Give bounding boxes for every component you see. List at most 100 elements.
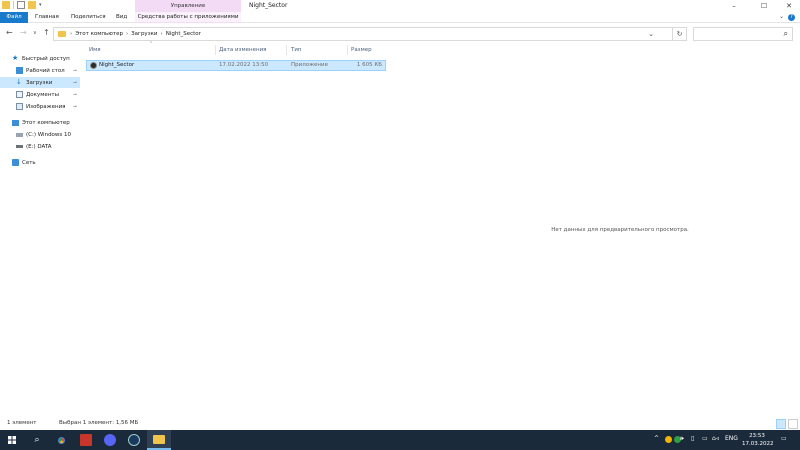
details-view-button[interactable]: [776, 419, 786, 429]
breadcrumb-downloads[interactable]: Загрузки: [131, 31, 157, 37]
up-icon[interactable]: ↑: [43, 28, 50, 37]
tab-home[interactable]: Главная: [35, 12, 59, 23]
taskbar: ⌕ ^ 🕪 ▯ ▭ ⌂ ◃ ENG 23:53 17.03.2022 ▭: [0, 430, 800, 450]
divider: [13, 1, 14, 9]
taskbar-app[interactable]: [74, 430, 98, 450]
refresh-button[interactable]: ↻: [673, 27, 687, 41]
column-header-name[interactable]: Имя: [89, 44, 101, 56]
address-bar[interactable]: › Этот компьютер › Загрузки › Night_Sect…: [53, 27, 673, 41]
breadcrumb-this-pc[interactable]: Этот компьютер: [75, 31, 123, 37]
divider: [347, 45, 348, 55]
taskbar-search-button[interactable]: ⌕: [25, 430, 49, 450]
file-type: Приложение: [291, 62, 328, 68]
nav-item-label: Загрузки: [26, 79, 53, 86]
nav-item-label: Быстрый доступ: [22, 55, 70, 62]
pin-icon[interactable]: ⊸: [73, 68, 77, 74]
taskbar-chrome[interactable]: [49, 430, 73, 450]
file-name: Night_Sector: [99, 62, 135, 68]
quick-access-toolbar: ▾: [2, 1, 42, 9]
navigation-pane: ★ Быстрый доступ Рабочий стол ⊸ ↓ Загруз…: [0, 45, 80, 417]
preview-pane-message: Нет данных для предварительного просмотр…: [551, 227, 689, 233]
nav-item-desktop[interactable]: Рабочий стол ⊸: [0, 65, 80, 76]
pin-icon[interactable]: ⊸: [73, 80, 77, 86]
close-button[interactable]: ✕: [776, 0, 800, 12]
tray-overflow-icon[interactable]: ^: [654, 435, 659, 442]
discord-icon: [104, 434, 116, 446]
divider: [286, 45, 287, 55]
table-row[interactable]: Night_Sector 17.02.2022 13:50 Приложение…: [86, 60, 386, 71]
file-size: 1 605 КБ: [356, 62, 382, 68]
breadcrumb-current[interactable]: Night_Sector: [166, 31, 201, 37]
tab-view[interactable]: Вид: [116, 12, 127, 23]
taskbar-file-explorer[interactable]: [147, 430, 171, 450]
properties-icon[interactable]: [17, 1, 25, 9]
column-header-date[interactable]: Дата изменения: [219, 44, 266, 56]
search-icon: ⌕: [34, 435, 40, 445]
tray-app-icon[interactable]: [665, 436, 672, 443]
nav-item-label: Этот компьютер: [22, 119, 70, 126]
window-title: Night_Sector: [249, 2, 288, 9]
tab-share[interactable]: Поделиться: [71, 12, 106, 23]
taskbar-discord[interactable]: [98, 430, 122, 450]
breadcrumb-separator: ›: [160, 31, 163, 37]
desktop-icon: [16, 67, 23, 74]
network-icon: [12, 159, 19, 166]
nav-item-quick-access[interactable]: ★ Быстрый доступ: [0, 53, 80, 64]
nav-item-label: Сеть: [22, 159, 36, 166]
new-folder-icon[interactable]: [28, 1, 36, 9]
taskbar-steam[interactable]: [122, 430, 146, 450]
tab-file[interactable]: Файл: [0, 12, 28, 23]
clock-date: 17.03.2022: [742, 441, 774, 447]
application-icon: [90, 62, 97, 69]
status-bar: 1 элемент Выбран 1 элемент: 1,56 МБ: [0, 418, 800, 430]
nav-item-label: Изображения: [26, 103, 66, 110]
column-header-type[interactable]: Тип: [291, 44, 302, 56]
pin-icon[interactable]: ⊸: [73, 92, 77, 98]
nav-item-drive-e[interactable]: (E:) DATA: [0, 141, 80, 152]
nav-item-this-pc[interactable]: Этот компьютер: [0, 117, 80, 128]
nav-item-network[interactable]: Сеть: [0, 157, 80, 168]
address-row: ← → ∨ ↑ › Этот компьютер › Загрузки › Ni…: [0, 25, 800, 42]
pin-icon[interactable]: ⊸: [73, 104, 77, 110]
help-icon[interactable]: ?: [788, 14, 795, 21]
breadcrumb-separator: ›: [70, 31, 73, 37]
recent-locations-icon[interactable]: ∨: [33, 30, 37, 36]
nav-item-drive-c[interactable]: (C:) Windows 10: [0, 129, 80, 140]
star-icon: ★: [12, 54, 19, 62]
tray-app-icon[interactable]: ▭: [702, 435, 708, 442]
clock-time: 23:53: [749, 433, 765, 439]
maximize-button[interactable]: ☐: [751, 0, 777, 12]
breadcrumb-separator: ›: [125, 31, 129, 37]
tray-app-icon[interactable]: ▯: [691, 435, 694, 442]
notifications-icon[interactable]: ▭: [781, 435, 787, 442]
expand-ribbon-icon[interactable]: ⌄: [779, 13, 784, 20]
large-icons-view-button[interactable]: [788, 419, 798, 429]
address-dropdown-icon[interactable]: ⌄: [648, 30, 654, 38]
app-icon: [80, 434, 92, 446]
nav-item-label: Рабочий стол: [26, 67, 65, 74]
volume-icon[interactable]: 🕪: [680, 435, 684, 443]
folder-icon: [58, 31, 66, 37]
drive-icon: [16, 132, 23, 137]
search-input[interactable]: ⌕: [693, 27, 793, 41]
language-indicator[interactable]: ENG: [725, 435, 738, 442]
column-header-size[interactable]: Размер: [351, 44, 372, 56]
forward-icon[interactable]: →: [20, 28, 27, 37]
download-icon: ↓: [16, 78, 22, 86]
nav-item-downloads[interactable]: ↓ Загрузки ⊸: [0, 77, 80, 88]
minimize-button[interactable]: –: [721, 0, 747, 12]
nav-item-pictures[interactable]: Изображения ⊸: [0, 101, 80, 112]
customize-toolbar-icon[interactable]: ▾: [39, 2, 42, 8]
nav-item-documents[interactable]: Документы ⊸: [0, 89, 80, 100]
selection-info: Выбран 1 элемент: 1,56 МБ: [59, 420, 139, 426]
drive-icon: [16, 145, 23, 148]
nav-item-label: (E:) DATA: [26, 143, 52, 150]
tab-app-tools[interactable]: Средства работы с приложениями: [135, 12, 241, 23]
start-button[interactable]: [0, 430, 24, 450]
divider: [215, 45, 216, 55]
context-tab-header: Управление: [135, 0, 241, 12]
back-icon[interactable]: ←: [6, 28, 13, 37]
volume-icon[interactable]: ◃: [716, 435, 719, 442]
windows-start-icon: [8, 436, 16, 444]
clock[interactable]: 23:53 17.03.2022: [742, 432, 774, 448]
